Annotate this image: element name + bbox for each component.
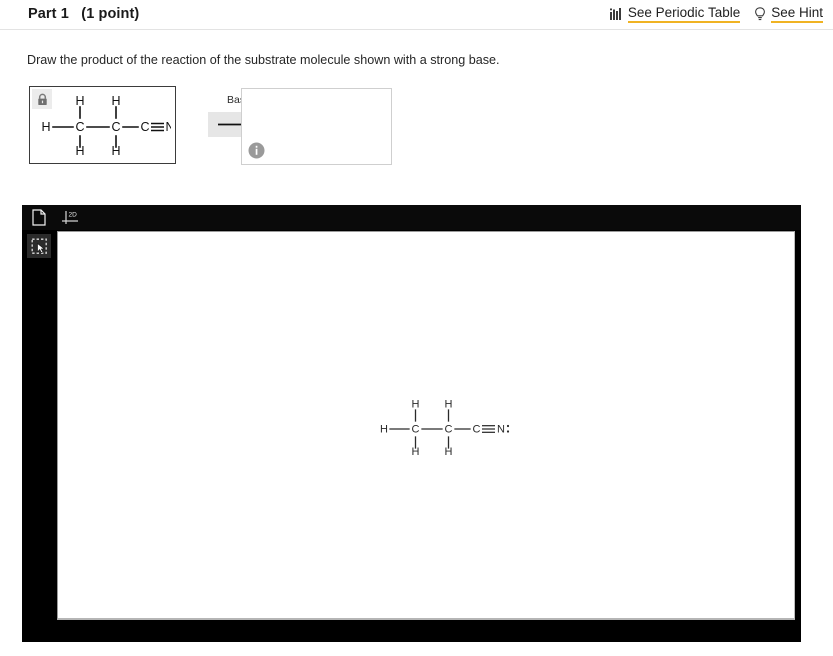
editor-toolbar: 2D [22, 205, 801, 230]
atom-label: H [111, 94, 120, 108]
molecule-drawing-editor: 2D H C C C N H H H H [22, 205, 801, 642]
editor-tool-sidebar [22, 230, 55, 642]
answer-drop-box[interactable] [241, 88, 392, 165]
atom-label: C [75, 120, 84, 134]
atom-label: H [41, 120, 50, 134]
atom-label: C [140, 120, 149, 134]
atom-label: H [445, 446, 453, 458]
atom-label: C [473, 424, 481, 436]
periodic-table-icon [609, 8, 623, 20]
info-icon[interactable] [248, 142, 265, 159]
atom-label: N [165, 120, 171, 134]
atom-label: H [380, 424, 388, 436]
see-hint-link[interactable]: See Hint [754, 5, 823, 23]
atom-label: H [445, 399, 453, 411]
lightbulb-icon [754, 7, 766, 21]
atom-label: H [75, 94, 84, 108]
canvas-structure[interactable]: H C C C N H H H H [378, 389, 518, 469]
svg-text:2D: 2D [69, 211, 78, 218]
lasso-select-tool[interactable] [27, 234, 51, 258]
see-periodic-table-link[interactable]: See Periodic Table [609, 5, 741, 23]
substrate-structure: H C C C N H H H H [36, 93, 171, 159]
atom-label: C [412, 424, 420, 436]
atom-label: H [75, 144, 84, 158]
atom-label: H [412, 399, 420, 411]
new-document-button[interactable] [28, 208, 50, 228]
atom-label: N [497, 424, 505, 436]
substrate-molecule-box: H C C C N H H H H [29, 86, 176, 164]
header-links: See Periodic Table See Hint [609, 5, 823, 23]
atom-label: C [445, 424, 453, 436]
atom-label: H [412, 446, 420, 458]
see-periodic-table-label: See Periodic Table [627, 5, 741, 23]
drawing-canvas[interactable]: H C C C N H H H H [57, 231, 795, 620]
page-title: Part 1 (1 point) [28, 6, 140, 22]
question-prompt: Draw the product of the reaction of the … [27, 53, 500, 67]
header-divider [0, 29, 833, 30]
two-d-view-button[interactable]: 2D [60, 208, 82, 228]
atom-label: H [111, 144, 120, 158]
atom-label: C [111, 120, 120, 134]
page-header: Part 1 (1 point) See Periodic Table See … [0, 0, 833, 30]
see-hint-label: See Hint [771, 5, 823, 23]
